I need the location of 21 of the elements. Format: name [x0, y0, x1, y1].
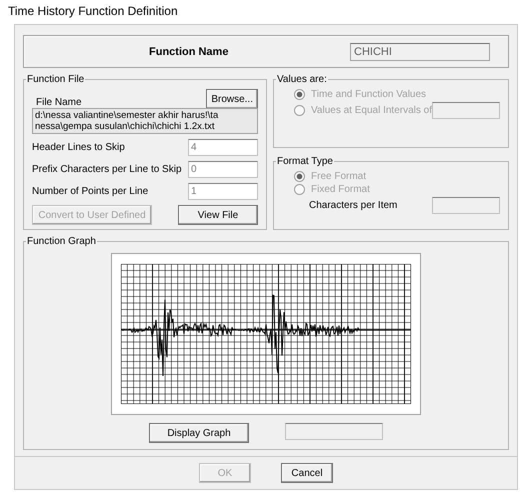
function-name-field[interactable]: CHICHI	[350, 42, 490, 60]
number-field[interactable]: 4	[188, 139, 258, 156]
group-title: Function File	[26, 74, 86, 85]
field-label: Header Lines to Skip	[32, 142, 125, 153]
characters-label: Characters per Item	[309, 200, 398, 211]
interval-field[interactable]	[432, 102, 500, 119]
field-label: Number of Points per Line	[32, 186, 148, 197]
browse-button[interactable]: Browse...	[206, 89, 258, 109]
view-file-button[interactable]: View File	[178, 205, 258, 225]
dialog-button[interactable]: Cancel	[281, 463, 333, 483]
group-title: Function Graph	[26, 236, 97, 247]
characters-field[interactable]	[432, 197, 500, 214]
file-name-label: File Name	[36, 96, 82, 108]
file-path-field[interactable]: d:\nessa valiantine\semester akhir harus!\ta nessa\gempa susulan\chichi\chichi 1.2x.txt	[32, 108, 258, 134]
group-title: Format Type	[276, 156, 334, 167]
group-title: Values are:	[276, 74, 328, 85]
function-name-label: Function Name	[149, 46, 228, 58]
display-graph-button[interactable]: Display Graph	[149, 423, 249, 443]
number-field[interactable]: 0	[188, 161, 258, 178]
field-label: Prefix Characters per Line to Skip	[32, 164, 182, 175]
number-field[interactable]: 1	[188, 183, 258, 200]
